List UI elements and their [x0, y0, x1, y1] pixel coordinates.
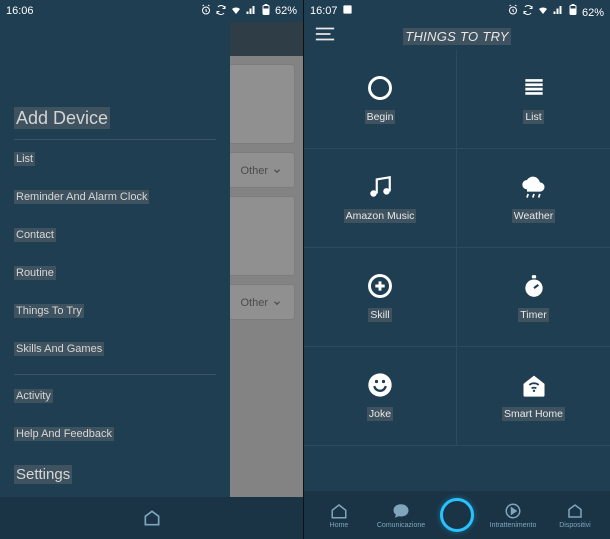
tile-label: Joke	[367, 407, 393, 421]
circle-icon	[366, 74, 394, 102]
tile-label: Weather	[512, 209, 556, 223]
page-title: THINGS TO TRY	[403, 29, 511, 44]
battery-icon	[567, 7, 579, 19]
alarm-icon	[507, 7, 519, 19]
tile-begin[interactable]: Begin	[304, 50, 457, 149]
tile-label: Skill	[368, 308, 391, 322]
right-phone: 16:07 62% THINGS TO TRY Begin	[304, 0, 610, 539]
nav-label: Home	[330, 522, 349, 529]
bottom-nav	[0, 497, 303, 539]
tile-joke[interactable]: Joke	[304, 347, 457, 446]
drawer-item-routine[interactable]: Routine	[14, 254, 216, 292]
drawer-item-reminder[interactable]: Reminder And Alarm Clock	[14, 178, 216, 216]
play-icon	[504, 502, 522, 520]
battery-percent: 62%	[275, 5, 297, 17]
page-header: THINGS TO TRY	[304, 22, 610, 50]
nav-label: Dispositivi	[559, 522, 591, 529]
menu-button[interactable]	[314, 26, 336, 47]
drawer-item-list[interactable]: List	[14, 140, 216, 178]
drawer-item-activity[interactable]: Activity	[14, 377, 216, 415]
status-bar: 16:07 62%	[304, 0, 610, 22]
tile-music[interactable]: Amazon Music	[304, 149, 457, 248]
home-tab[interactable]: Home	[308, 502, 370, 529]
navigation-drawer: Add Device List Reminder And Alarm Clock…	[0, 22, 230, 539]
hamburger-icon	[314, 26, 336, 42]
bottom-nav: Home Comunicazione Intrattenimento Dispo…	[304, 491, 610, 539]
ring-icon	[440, 498, 474, 532]
sync-icon	[522, 7, 534, 19]
left-phone: 16:06 62% Balls Device Office . Control …	[0, 0, 304, 539]
entertain-tab[interactable]: Intrattenimento	[482, 502, 544, 529]
plus-ring-icon	[366, 272, 394, 300]
alexa-tab[interactable]	[432, 498, 482, 532]
wifi-icon	[537, 7, 549, 19]
drawer-item-contact[interactable]: Contact	[14, 216, 216, 254]
battery-percent: 62%	[582, 7, 604, 19]
drawer-item-settings[interactable]: Settings	[14, 453, 216, 496]
device-icon[interactable]	[142, 508, 162, 528]
tile-smarthome[interactable]: Smart Home	[457, 347, 610, 446]
drawer-item-things[interactable]: Things To Try	[14, 292, 216, 330]
status-time: 16:07	[310, 5, 338, 17]
tile-label: Begin	[365, 110, 396, 124]
timer-icon	[520, 272, 548, 300]
tile-label: List	[523, 110, 543, 124]
music-icon	[366, 173, 394, 201]
status-bar: 16:06 62%	[0, 0, 303, 22]
joke-icon	[366, 371, 394, 399]
sync-icon	[215, 4, 227, 19]
tile-skill[interactable]: Skill	[304, 248, 457, 347]
drawer-title[interactable]: Add Device	[14, 100, 216, 140]
tile-label: Smart Home	[502, 407, 565, 421]
devices-tab[interactable]: Dispositivi	[544, 502, 606, 529]
tile-list[interactable]: List	[457, 50, 610, 149]
weather-icon	[520, 173, 548, 201]
status-icons: 62%	[200, 4, 297, 19]
nav-label: Comunicazione	[377, 522, 425, 529]
signal-icon	[245, 4, 257, 19]
bubble-icon	[392, 502, 410, 520]
battery-icon	[260, 4, 272, 19]
tiles-grid: Begin List Amazon Music Weather Skill	[304, 50, 610, 446]
alarm-icon	[200, 4, 212, 19]
tile-weather[interactable]: Weather	[457, 149, 610, 248]
nav-label: Intrattenimento	[490, 522, 537, 529]
tile-label: Amazon Music	[344, 209, 417, 223]
comms-tab[interactable]: Comunicazione	[370, 502, 432, 529]
wifi-icon	[230, 4, 242, 19]
house-icon	[330, 502, 348, 520]
status-time: 16:06	[6, 5, 34, 17]
tile-label: Timer	[518, 308, 548, 322]
device-icon	[566, 502, 584, 520]
drawer-item-skills[interactable]: Skills And Games	[14, 330, 216, 368]
tile-timer[interactable]: Timer	[457, 248, 610, 347]
gallery-icon	[342, 4, 353, 18]
list-icon	[520, 74, 548, 102]
signal-icon	[552, 7, 564, 19]
drawer-item-help[interactable]: Help And Feedback	[14, 415, 216, 453]
status-icons: 62%	[507, 4, 604, 19]
home-icon	[520, 371, 548, 399]
